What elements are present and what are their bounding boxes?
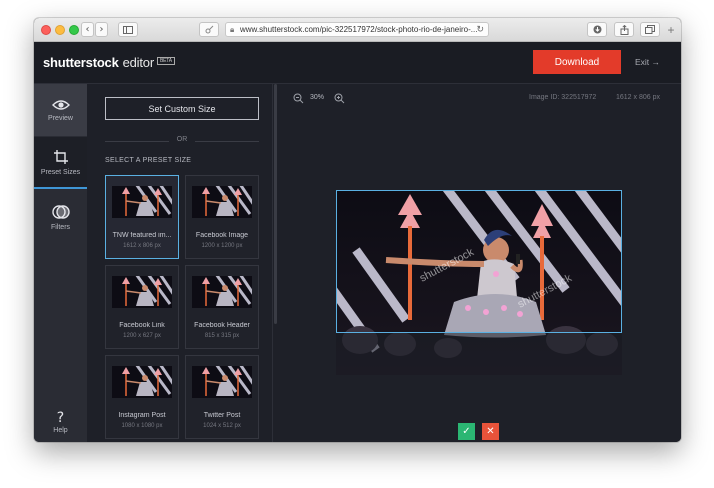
rail-label-preview: Preview: [48, 114, 73, 122]
preset-panel: Set Custom Size OR SELECT A PRESET SIZE …: [87, 84, 273, 442]
preset-size: 1024 x 512 px: [203, 423, 241, 429]
preset-card[interactable]: TNW featured im... 1612 x 806 px: [105, 175, 179, 259]
zoom-in-icon[interactable]: [334, 93, 346, 105]
preset-thumbnail: [112, 276, 172, 308]
sidebar-icon: [123, 25, 133, 34]
tabs-icon: [645, 25, 655, 34]
download-button[interactable]: Download: [533, 50, 621, 74]
close-window-button[interactable]: [41, 25, 51, 35]
or-divider: OR: [105, 136, 259, 146]
preset-card[interactable]: Facebook Image 1200 x 1200 px: [185, 175, 259, 259]
forward-icon: ›: [99, 24, 104, 35]
image-id: Image ID: 322517972: [529, 94, 597, 101]
zoom-out-icon[interactable]: [293, 93, 305, 105]
rail-label-preset-sizes: Preset Sizes: [40, 168, 81, 176]
downloads-button[interactable]: [587, 22, 607, 37]
preset-size: 1080 x 1080 px: [121, 423, 163, 429]
image-dimensions: 1612 x 806 px: [616, 94, 660, 101]
logo-product: editor: [122, 55, 155, 70]
reload-icon[interactable]: ↻: [476, 23, 484, 36]
apply-crop-button[interactable]: ✓: [458, 423, 475, 440]
browser-toolbar: ‹ › 🔒︎ www.shutterstock.com/pic-32251797…: [34, 18, 681, 42]
preset-name: TNW featured im...: [112, 232, 172, 239]
check-icon: ✓: [462, 426, 471, 437]
preset-card[interactable]: Facebook Link 1200 x 627 px: [105, 265, 179, 349]
rail-item-help[interactable]: ? Help: [34, 402, 87, 442]
zoom-level: 30%: [310, 94, 325, 101]
canvas-workspace: 30% Image ID: 322517972 1612 x 806 px sh…: [277, 84, 681, 442]
preset-name: Instagram Post: [118, 412, 166, 419]
eye-icon: [51, 99, 70, 111]
rail-item-preset-sizes[interactable]: Preset Sizes: [34, 137, 87, 189]
close-icon: ✕: [486, 426, 495, 437]
forward-button[interactable]: ›: [95, 22, 108, 37]
preset-name: Twitter Post: [203, 412, 241, 419]
editor-header: shutterstock editor BETA Download Exit →: [34, 42, 681, 84]
rail-label-filters: Filters: [50, 223, 71, 231]
preset-thumbnail: [112, 366, 172, 398]
rail-item-filters[interactable]: Filters: [34, 191, 87, 243]
back-button[interactable]: ‹: [81, 22, 94, 37]
back-icon: ‹: [85, 24, 90, 35]
crop-outside-mask: [336, 333, 622, 375]
preset-size: 1200 x 1200 px: [201, 243, 243, 249]
preset-name: Facebook Header: [194, 322, 250, 329]
preset-size: 1612 x 806 px: [123, 243, 161, 249]
preset-thumbnail: [112, 186, 172, 218]
preset-thumbnail: [192, 186, 252, 218]
preset-thumbnail: [192, 366, 252, 398]
new-tab-button[interactable]: +: [664, 24, 678, 37]
app-logo: shutterstock editor BETA: [43, 55, 175, 70]
extension-button[interactable]: [199, 22, 219, 37]
browser-window: ‹ › 🔒︎ www.shutterstock.com/pic-32251797…: [34, 18, 681, 442]
cancel-crop-button[interactable]: ✕: [482, 423, 499, 440]
lock-icon: 🔒︎: [230, 25, 235, 34]
filters-icon: [51, 204, 70, 220]
share-icon: [620, 24, 628, 35]
set-custom-size-button[interactable]: Set Custom Size: [105, 97, 259, 120]
preset-card[interactable]: Twitter Post 1024 x 512 px: [185, 355, 259, 439]
sidebar-button[interactable]: [118, 22, 138, 37]
address-bar[interactable]: 🔒︎ www.shutterstock.com/pic-322517972/st…: [225, 22, 489, 37]
preset-card[interactable]: Facebook Header 815 x 315 px: [185, 265, 259, 349]
share-button[interactable]: [614, 22, 634, 37]
exit-link[interactable]: Exit →: [635, 57, 660, 67]
download-icon: [593, 25, 601, 34]
preset-size: 1200 x 627 px: [123, 333, 161, 339]
minimize-window-button[interactable]: [55, 25, 65, 35]
url-text: www.shutterstock.com/pic-322517972/stock…: [240, 25, 478, 34]
preset-heading: SELECT A PRESET SIZE: [105, 157, 192, 164]
beta-badge: BETA: [156, 57, 175, 65]
tabs-button[interactable]: [640, 22, 660, 37]
rail-item-preview[interactable]: Preview: [34, 84, 87, 136]
preset-size: 815 x 315 px: [204, 333, 240, 339]
preset-name: Facebook Image: [195, 232, 249, 239]
preset-thumbnail: [192, 276, 252, 308]
zoom-window-button[interactable]: [69, 25, 79, 35]
logo-brand: shutterstock: [43, 55, 119, 70]
help-icon: ?: [56, 410, 65, 426]
crop-icon: [53, 149, 69, 165]
key-icon: [205, 25, 213, 34]
preset-name: Facebook Link: [119, 322, 165, 329]
crop-frame[interactable]: [336, 190, 622, 333]
rail-label-help: Help: [53, 427, 68, 434]
tool-rail: Preview Preset Sizes Filters ? Help: [34, 84, 87, 442]
preset-card[interactable]: Instagram Post 1080 x 1080 px: [105, 355, 179, 439]
